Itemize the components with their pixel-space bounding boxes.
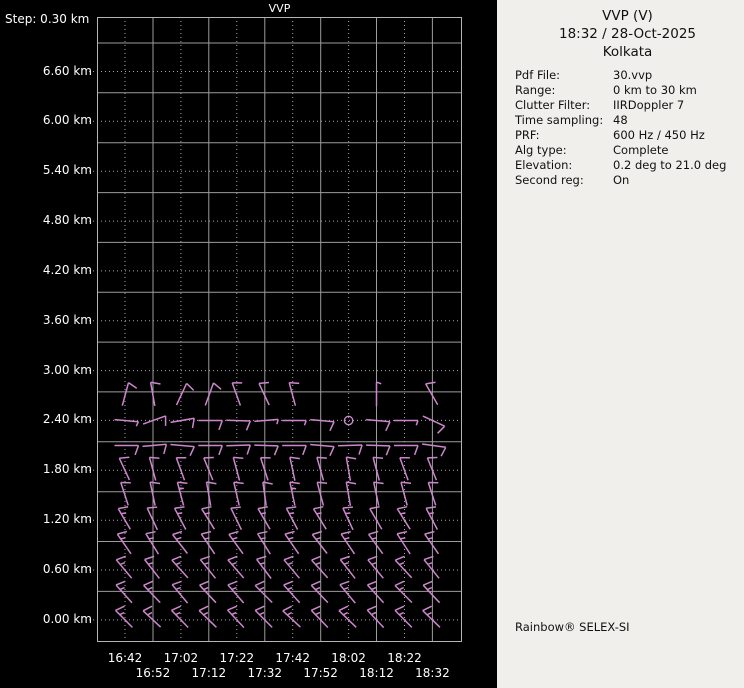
altitude-axis-label: 4.20 km [42, 262, 92, 277]
time-axis-label: 18:32 [415, 666, 450, 680]
param-value: 48 [613, 113, 628, 127]
wind-barb-plot [89, 17, 462, 642]
wind-barbs [114, 381, 447, 629]
time-axis-label: 17:32 [247, 666, 283, 680]
time-axis-label: 17:52 [303, 666, 338, 680]
time-axis-label: 17:22 [219, 651, 255, 665]
panel-site: Kolkata [602, 44, 653, 60]
time-axis-label: 16:52 [135, 666, 171, 680]
altitude-axis-label: 3.60 km [42, 312, 92, 327]
param-value: 0 km to 30 km [613, 83, 697, 97]
panel-header: VVP (V) 18:32 / 28-Oct-2025 Kolkata [497, 0, 744, 61]
time-axis-label: 18:12 [359, 666, 394, 680]
time-axis-label: 18:02 [331, 651, 366, 665]
altitude-axis-label: 0.00 km [42, 611, 92, 626]
param-label: Time sampling: [515, 113, 604, 127]
param-label: Range: [515, 83, 556, 97]
altitude-step-label: Step: 0.30 km [5, 12, 90, 26]
altitude-axis-label: 1.20 km [42, 512, 92, 527]
param-label: Pdf File: [515, 68, 561, 82]
param-value: IIRDoppler 7 [613, 98, 685, 112]
param-value: 600 Hz / 450 Hz [613, 128, 705, 142]
param-label: Alg type: [515, 143, 567, 157]
time-axis-label: 17:02 [163, 651, 199, 665]
altitude-axis-label: 5.40 km [42, 163, 92, 178]
param-value: 0.2 deg to 21.0 deg [613, 158, 727, 172]
param-label: Elevation: [515, 158, 573, 172]
brand-footer: Rainbow® SELEX-SI [515, 620, 630, 634]
time-axis-label: 17:42 [275, 651, 310, 665]
param-label: Clutter Filter: [515, 98, 591, 112]
time-axis-label: 17:12 [191, 666, 227, 680]
altitude-axis-label: 0.60 km [42, 562, 92, 576]
param-label: Second reg: [515, 173, 584, 187]
altitude-axis-label: 2.40 km [42, 412, 92, 427]
altitude-axis-label: 1.80 km [42, 462, 92, 477]
param-value: On [613, 173, 630, 187]
panel-datetime: 18:32 / 28-Oct-2025 [558, 26, 697, 42]
time-axis-label: 16:42 [107, 651, 143, 665]
altitude-axis-label: 3.00 km [42, 362, 92, 377]
time-axis-label: 18:22 [387, 651, 422, 665]
plot-title: VVP [268, 2, 291, 15]
param-label: PRF: [515, 128, 540, 142]
altitude-axis-label: 6.60 km [42, 63, 92, 78]
altitude-axis-label: 6.00 km [42, 113, 92, 128]
param-value: 30.vvp [613, 68, 653, 82]
param-value: Complete [613, 143, 669, 157]
panel-title: VVP (V) [602, 8, 653, 24]
altitude-axis-label: 4.80 km [42, 213, 92, 228]
info-panel: VVP (V) 18:32 / 28-Oct-2025 Kolkata Pdf … [497, 0, 744, 688]
